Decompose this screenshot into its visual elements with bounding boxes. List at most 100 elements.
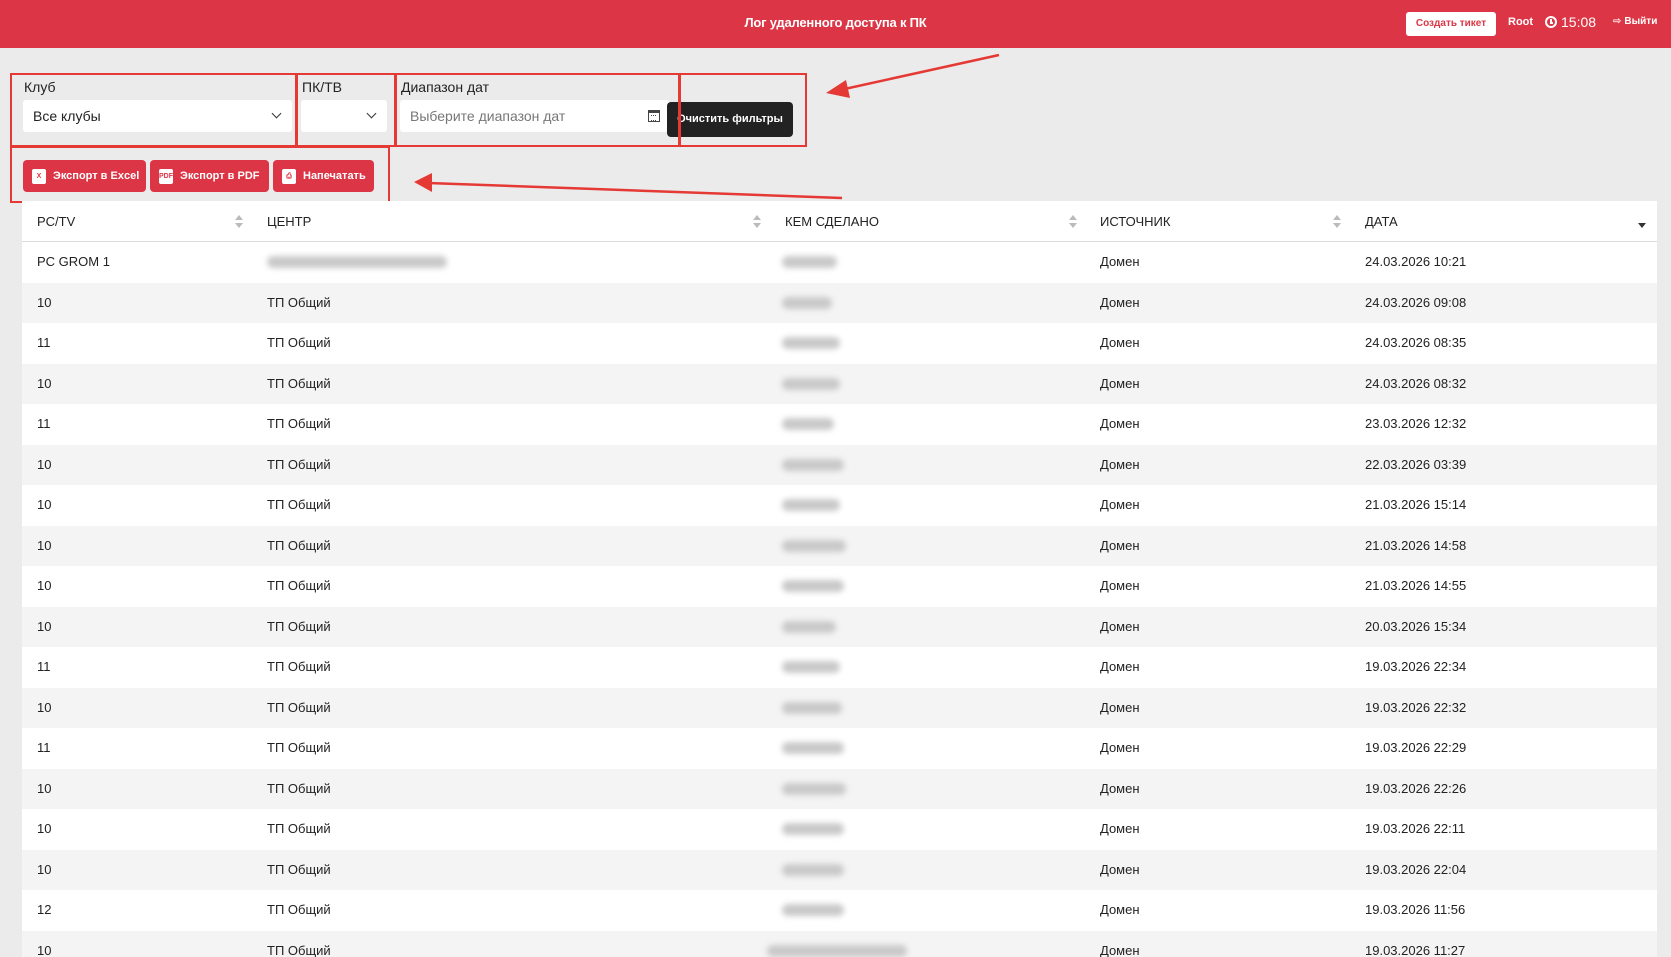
cell-date: 19.03.2026 22:34 xyxy=(1365,659,1467,674)
date-range-input[interactable]: Выберите диапазон дат xyxy=(400,100,670,132)
redacted-by xyxy=(782,620,836,633)
redacted-by xyxy=(782,701,842,714)
cell-center: ТП Общий xyxy=(267,578,331,593)
cell-source: Домен xyxy=(1100,456,1140,472)
column-header-source[interactable]: ИСТОЧНИК xyxy=(1100,214,1170,229)
cell-date: 19.03.2026 11:56 xyxy=(1365,902,1466,917)
cell-source: Домен xyxy=(1100,578,1140,593)
column-header-pc[interactable]: PC/TV xyxy=(37,214,75,229)
cell-date: 24.03.2026 09:08 xyxy=(1365,294,1467,310)
cell-source: Домен xyxy=(1100,659,1140,674)
calendar-icon[interactable] xyxy=(648,110,660,122)
sort-icon[interactable] xyxy=(235,215,243,229)
export-excel-button[interactable]: X Экспорт в Excel xyxy=(23,160,146,192)
cell-pc: 10 xyxy=(37,456,52,472)
top-bar: Лог удаленного доступа к ПК Создать тике… xyxy=(0,0,1671,48)
club-label: Клуб xyxy=(24,79,56,95)
club-select[interactable]: Все клубы xyxy=(23,100,292,132)
cell-source: Домен xyxy=(1100,902,1140,917)
table-row: 10 ТП Общий Домен 19.03.2026 22:26 xyxy=(22,768,1657,809)
column-header-by[interactable]: КЕМ СДЕЛАНО xyxy=(785,214,879,229)
clock: 15:08 xyxy=(1545,14,1596,30)
redacted-by xyxy=(767,944,907,957)
cell-source: Домен xyxy=(1100,942,1140,957)
cell-date: 21.03.2026 15:14 xyxy=(1365,497,1467,512)
log-table: PC/TV ЦЕНТР КЕМ СДЕЛАНО ИСТОЧНИК ДАТА PC… xyxy=(22,201,1657,957)
redacted-by xyxy=(782,296,832,309)
pdf-icon: PDF xyxy=(159,169,173,184)
cell-date: 24.03.2026 08:35 xyxy=(1365,335,1467,350)
user-name[interactable]: Root xyxy=(1508,16,1533,28)
redacted-by xyxy=(782,742,844,754)
table-row: 10 ТП Общий Домен 21.03.2026 15:14 xyxy=(22,485,1657,526)
cell-date: 21.03.2026 14:55 xyxy=(1365,578,1467,593)
cell-source: Домен xyxy=(1100,740,1140,755)
redacted-by xyxy=(782,256,837,268)
arrow-filters-line xyxy=(839,53,1000,92)
redacted-by xyxy=(782,904,844,916)
cell-source: Домен xyxy=(1100,618,1140,634)
cell-date: 19.03.2026 22:32 xyxy=(1365,699,1467,715)
table-row: 11 ТП Общий Домен 19.03.2026 22:29 xyxy=(22,728,1657,769)
cell-source: Домен xyxy=(1100,861,1140,877)
sort-icon[interactable] xyxy=(1333,215,1341,229)
cell-date: 21.03.2026 14:58 xyxy=(1365,537,1467,553)
arrow-actions-line xyxy=(427,181,843,200)
create-ticket-button[interactable]: Создать тикет xyxy=(1406,12,1496,36)
pc-select[interactable] xyxy=(301,100,387,132)
table-row: 10 ТП Общий Домен 19.03.2026 22:32 xyxy=(22,687,1657,728)
cell-date: 24.03.2026 10:21 xyxy=(1365,254,1467,269)
sort-icon[interactable] xyxy=(1069,215,1077,229)
table-body: PC GROM 1 Домен 24.03.2026 10:21 10 ТП Общий… xyxy=(22,242,1657,957)
redacted-by xyxy=(782,661,840,673)
table-row: 11 ТП Общий Домен 23.03.2026 12:32 xyxy=(22,404,1657,445)
cell-pc: 10 xyxy=(37,780,52,796)
print-button[interactable]: ⎙ Напечатать xyxy=(273,160,374,192)
chevron-down-icon xyxy=(271,108,282,119)
logout-label: Выйти xyxy=(1624,16,1658,27)
cell-pc: 10 xyxy=(37,821,52,836)
cell-center: ТП Общий xyxy=(267,780,331,796)
sort-icon[interactable] xyxy=(753,215,761,229)
arrow-filters-head xyxy=(826,80,850,98)
cell-source: Домен xyxy=(1100,416,1140,431)
export-excel-label: Экспорт в Excel xyxy=(53,170,140,182)
cell-date: 20.03.2026 15:34 xyxy=(1365,618,1467,634)
cell-center: ТП Общий xyxy=(267,821,331,836)
cell-date: 19.03.2026 22:29 xyxy=(1365,740,1467,755)
redacted-by xyxy=(782,377,840,390)
redacted-by xyxy=(782,580,844,592)
column-header-center[interactable]: ЦЕНТР xyxy=(267,214,311,229)
cell-source: Домен xyxy=(1100,375,1140,391)
table-row: PC GROM 1 Домен 24.03.2026 10:21 xyxy=(22,242,1657,283)
cell-date: 22.03.2026 03:39 xyxy=(1365,456,1467,472)
cell-pc: 11 xyxy=(37,335,51,350)
cell-source: Домен xyxy=(1100,699,1140,715)
export-pdf-button[interactable]: PDF Экспорт в PDF xyxy=(150,160,269,192)
cell-source: Домен xyxy=(1100,254,1140,269)
redacted-by xyxy=(782,418,834,430)
cell-center: ТП Общий xyxy=(267,902,331,917)
redacted-by xyxy=(782,823,844,835)
cell-source: Домен xyxy=(1100,497,1140,512)
cell-center: ТП Общий xyxy=(267,740,331,755)
cell-center: ТП Общий xyxy=(267,659,331,674)
table-row: 10 ТП Общий Домен 20.03.2026 15:34 xyxy=(22,606,1657,647)
redacted-by xyxy=(782,458,844,471)
excel-icon: X xyxy=(32,169,46,184)
cell-date: 19.03.2026 11:27 xyxy=(1365,942,1466,957)
sort-desc-icon[interactable] xyxy=(1638,215,1646,229)
cell-center: ТП Общий xyxy=(267,294,331,310)
column-header-date[interactable]: ДАТА xyxy=(1365,214,1398,229)
table-row: 10 ТП Общий Домен 24.03.2026 08:32 xyxy=(22,363,1657,404)
clear-filters-button[interactable]: Очистить фильтры xyxy=(667,102,793,137)
cell-center: ТП Общий xyxy=(267,537,331,553)
cell-date: 19.03.2026 22:04 xyxy=(1365,861,1467,877)
cell-center: ТП Общий xyxy=(267,699,331,715)
cell-pc: 11 xyxy=(37,416,51,431)
logout-button[interactable]: ⇨ Выйти xyxy=(1613,16,1657,27)
cell-center: ТП Общий xyxy=(267,861,331,877)
cell-date: 19.03.2026 22:26 xyxy=(1365,780,1467,796)
cell-pc: 12 xyxy=(37,902,52,917)
table-row: 10 ТП Общий Домен 21.03.2026 14:58 xyxy=(22,525,1657,566)
